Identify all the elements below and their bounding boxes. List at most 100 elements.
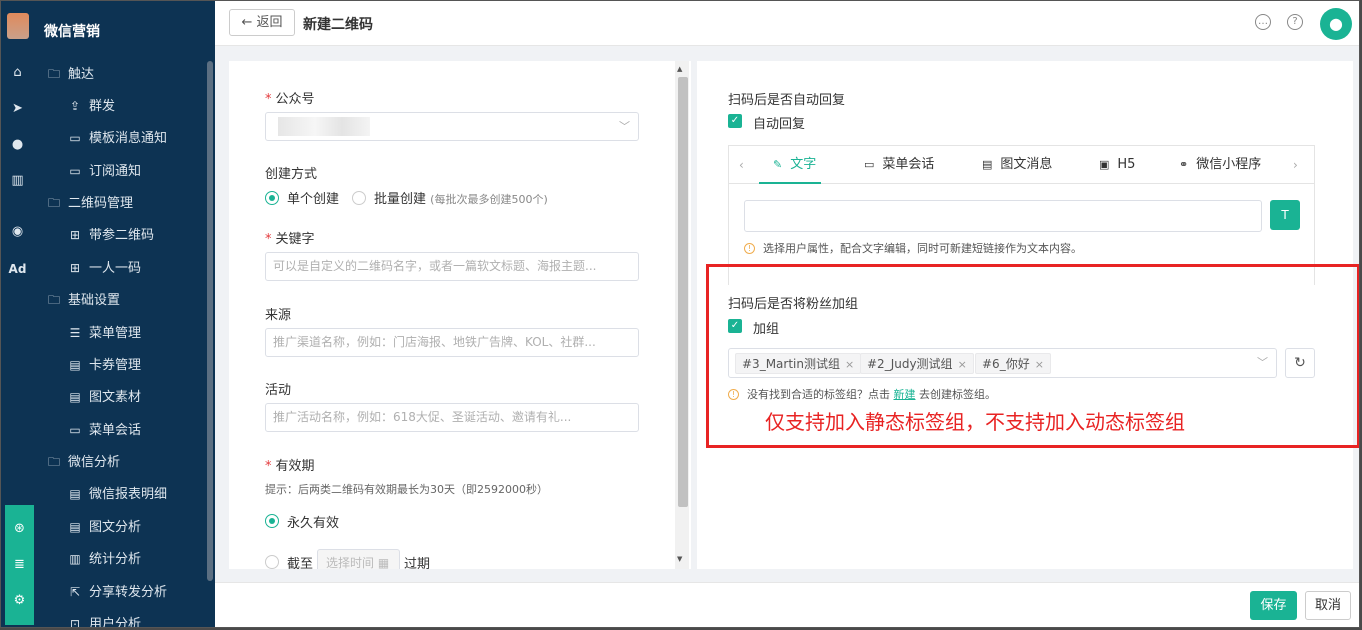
reply-note: ! 选择用户属性，配合文字编辑，同时可新建短链接作为文本内容。 — [744, 240, 1082, 256]
sidebar-group-qrcode[interactable]: 🗀 二维码管理 — [46, 191, 133, 215]
back-button[interactable]: ← 返回 — [229, 9, 295, 36]
pencil-icon: ✎ — [773, 158, 783, 171]
date-picker-input[interactable]: 选择时间 ▦ — [317, 549, 400, 569]
create-mode-label: 创建方式 — [265, 167, 318, 182]
until-prefix: 截至 — [287, 557, 314, 569]
tab-mini-program[interactable]: ⚭ 微信小程序 — [1179, 146, 1261, 184]
basic-form-panel: ▲ ▼ * 公众号 ﹀ 创建方式 单个创建 批量创建 (每批次最多创建500个) … — [229, 61, 691, 569]
folder-icon: 🗀 — [47, 67, 60, 81]
sidebar-item-coupon[interactable]: ▤ 卡券管理 — [67, 353, 141, 377]
user-analysis-icon: ⊡ — [69, 617, 81, 628]
sidebar-group-analytics[interactable]: 🗀 微信分析 — [46, 450, 120, 474]
tab-article[interactable]: ▤ 图文消息 — [982, 146, 1052, 184]
campaign-input[interactable]: 推广活动名称，例如：618大促、圣诞活动、邀请有礼... — [265, 403, 639, 432]
sidebar-item-stats[interactable]: ▥ 统计分析 — [67, 547, 141, 571]
help-icon[interactable]: ? — [1287, 14, 1303, 30]
scroll-up-icon[interactable]: ▲ — [677, 65, 682, 73]
reply-text-input[interactable] — [744, 200, 1262, 232]
radio-permanent[interactable] — [265, 514, 279, 528]
home-icon[interactable]: ⌂ — [1, 63, 34, 83]
folder-icon: 🗀 — [47, 293, 60, 307]
settings-icon[interactable]: ⚙ — [5, 591, 34, 611]
coupon-icon: ▤ — [69, 358, 81, 372]
chevron-left-icon[interactable]: ‹ — [739, 146, 744, 184]
chat-icon: ▭ — [69, 423, 81, 437]
tab-bar: ‹ ✎ 文字 ▭ 菜单会话 ▤ 图文消息 ▣ H5 ⚭ 微信小程序 › — [729, 146, 1314, 184]
save-button[interactable]: 保存 — [1250, 591, 1297, 620]
ad-icon[interactable]: Ad — [1, 259, 34, 279]
chevron-right-icon[interactable]: › — [1293, 146, 1298, 184]
chevron-down-icon: ﹀ — [619, 120, 630, 133]
radio-until-date[interactable] — [265, 555, 279, 569]
sidebar-item-subscribe[interactable]: ▭ 订阅通知 — [67, 159, 141, 183]
sidebar-item-article-analysis[interactable]: ▤ 图文分析 — [67, 515, 141, 539]
radio-batch-create[interactable] — [352, 191, 366, 205]
calendar-icon: ▦ — [377, 556, 390, 569]
until-suffix: 过期 — [404, 557, 431, 569]
campaign-label: 活动 — [265, 383, 292, 398]
sidebar-item-report[interactable]: ▤ 微信报表明细 — [67, 482, 167, 506]
radio-permanent-label: 永久有效 — [287, 516, 340, 531]
sidebar: 微信营销 🗀 触达 ⇪ 群发 ▭ 模板消息通知 ▭ 订阅通知 🗀 二维码管理 ⊞ 带参二维码… — [34, 1, 215, 628]
sidebar-item-menu[interactable]: ☰ 菜单管理 — [67, 321, 141, 345]
top-bar: ← 返回 新建二维码 … ? ● — [215, 1, 1359, 46]
wechat-icon[interactable]: ◉ — [1, 222, 34, 242]
radio-single-create[interactable] — [265, 191, 279, 205]
auto-reply-title: 扫码后是否自动回复 — [728, 93, 846, 108]
rail-bottom-group: ⊛ ≣ ⚙ — [5, 505, 34, 625]
message-icon: ▭ — [69, 164, 81, 178]
sidebar-group-basic[interactable]: 🗀 基础设置 — [46, 288, 120, 312]
keyword-input[interactable]: 可以是自定义的二维码名字，或者一篇软文标题、海报主题... — [265, 252, 639, 281]
link-icon: ⚭ — [1179, 158, 1189, 171]
sidebar-item-share[interactable]: ⇱ 分享转发分析 — [67, 580, 167, 604]
server-icon[interactable]: ≣ — [5, 555, 34, 575]
auto-reply-checkbox[interactable]: ✓ — [728, 114, 742, 128]
report-icon: ▤ — [69, 487, 81, 501]
chat-icon: ▭ — [864, 158, 875, 171]
sidebar-item-template-msg[interactable]: ▭ 模板消息通知 — [67, 126, 167, 150]
tab-h5[interactable]: ▣ H5 — [1099, 146, 1135, 184]
arrow-left-icon: ← — [241, 15, 257, 30]
user-icon[interactable]: ● — [1, 135, 34, 155]
people-icon[interactable]: ⊛ — [5, 519, 34, 539]
annotation-text: 仅支持加入静态标签组，不支持加入动态标签组 — [765, 410, 1185, 434]
sidebar-group-reach[interactable]: 🗀 触达 — [46, 62, 94, 86]
account-select[interactable]: ﹀ — [265, 112, 639, 141]
sidebar-item-material[interactable]: ▤ 图文素材 — [67, 385, 141, 409]
form-scrollbar-thumb[interactable] — [678, 77, 688, 507]
document-icon: ▤ — [69, 390, 81, 404]
send-icon[interactable]: ➤ — [1, 99, 34, 119]
text-edit-icon: T — [1281, 208, 1289, 222]
html5-icon: ▣ — [1099, 158, 1110, 171]
folder-icon: 🗀 — [47, 196, 60, 210]
qrcode-icon: ⊞ — [69, 261, 81, 275]
radio-batch-create-label: 批量创建 (每批次最多创建500个) — [374, 192, 548, 207]
report-icon: ▤ — [69, 520, 81, 534]
keyword-label: * 关键字 — [265, 232, 315, 247]
scroll-down-icon[interactable]: ▼ — [677, 555, 682, 563]
source-input[interactable]: 推广渠道名称，例如：门店海报、地铁广告牌、KOL、社群... — [265, 328, 639, 357]
sidebar-item-users[interactable]: ⊡ 用户分析 — [67, 612, 141, 628]
sidebar-scrollbar[interactable] — [207, 61, 213, 581]
text-editor-button[interactable]: T — [1270, 200, 1300, 230]
app-logo — [7, 13, 29, 39]
sidebar-item-param-qr[interactable]: ⊞ 带参二维码 — [67, 223, 154, 247]
warning-icon: ! — [744, 243, 755, 254]
footer-bar: 保存 取消 — [215, 582, 1359, 627]
sidebar-item-personal-qr[interactable]: ⊞ 一人一码 — [67, 256, 141, 280]
tab-menu-session[interactable]: ▭ 菜单会话 — [864, 146, 934, 184]
message-icon: ▭ — [69, 131, 81, 145]
chat-bubble-icon[interactable]: … — [1255, 14, 1271, 30]
document-icon: ▤ — [982, 158, 993, 171]
validity-hint: 提示：后两类二维码有效期最长为30天（即2592000秒） — [265, 483, 548, 496]
sidebar-item-menu-session[interactable]: ▭ 菜单会话 — [67, 418, 141, 442]
cancel-button[interactable]: 取消 — [1305, 591, 1351, 620]
source-label: 来源 — [265, 308, 292, 323]
sidebar-item-mass-send[interactable]: ⇪ 群发 — [67, 94, 115, 118]
avatar[interactable]: ● — [1320, 8, 1352, 40]
chart-icon[interactable]: ▥ — [1, 171, 34, 191]
required-mark: * — [265, 92, 272, 107]
stats-icon: ▥ — [69, 552, 81, 566]
page-title: 新建二维码 — [303, 17, 373, 33]
tab-text[interactable]: ✎ 文字 — [759, 146, 821, 184]
